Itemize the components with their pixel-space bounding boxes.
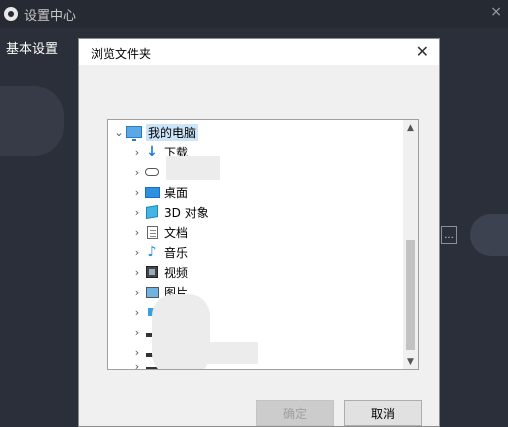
- ok-button[interactable]: 确定: [256, 400, 334, 426]
- tree-item-3d-objects[interactable]: › 3D 对象: [130, 202, 209, 222]
- scroll-down-arrow-icon[interactable]: ▼: [403, 354, 418, 369]
- chevron-right-icon[interactable]: ›: [130, 326, 144, 339]
- chevron-right-icon[interactable]: ›: [130, 146, 144, 159]
- tree-item-my-computer[interactable]: ⌄ 我的电脑: [112, 122, 199, 142]
- chevron-right-icon[interactable]: ›: [130, 306, 144, 319]
- chevron-right-icon[interactable]: ›: [130, 246, 144, 259]
- tree-item-music[interactable]: › ♪ 音乐: [130, 242, 188, 262]
- sidebar-item-basic-settings[interactable]: 基本设置: [6, 38, 58, 57]
- tree-item-documents[interactable]: › 文档: [130, 222, 188, 242]
- chevron-right-icon[interactable]: ›: [130, 360, 144, 370]
- folder-tree[interactable]: ⌄ 我的电脑 › ↓ 下载 › › 桌面 › 3D 对象 › 文档 › ♪ 音乐…: [107, 119, 419, 370]
- picture-icon: [144, 285, 160, 299]
- blurred-region: [152, 294, 210, 369]
- document-icon: [144, 225, 160, 239]
- tree-item-videos[interactable]: › 视频: [130, 262, 188, 282]
- app-logo-icon: [4, 7, 18, 21]
- tree-item-cloud[interactable]: ›: [130, 162, 164, 182]
- scroll-up-arrow-icon[interactable]: ▲: [403, 120, 418, 135]
- desktop-icon: [144, 185, 160, 199]
- tree-item-label: 我的电脑: [146, 123, 199, 141]
- tree-item-label: 视频: [164, 265, 189, 280]
- music-icon: ♪: [147, 244, 157, 260]
- browse-folder-button[interactable]: ...: [441, 226, 457, 244]
- chevron-down-icon[interactable]: ⌄: [112, 126, 126, 139]
- blurred-region: [470, 214, 508, 256]
- tree-item-label: 文档: [164, 225, 189, 240]
- tree-item-label: 3D 对象: [164, 205, 209, 220]
- chevron-right-icon[interactable]: ›: [130, 226, 144, 239]
- video-icon: [144, 265, 160, 279]
- 3d-objects-icon: [144, 204, 160, 220]
- blurred-region: [166, 156, 220, 180]
- chevron-right-icon[interactable]: ›: [130, 206, 144, 219]
- chevron-right-icon[interactable]: ›: [130, 186, 144, 199]
- chevron-right-icon[interactable]: ›: [130, 166, 144, 179]
- scroll-thumb[interactable]: [406, 240, 415, 350]
- app-sidebar: 基本设置: [0, 28, 70, 427]
- blurred-region: [0, 86, 64, 156]
- computer-icon: [126, 125, 142, 141]
- cancel-button[interactable]: 取消: [344, 400, 422, 426]
- dialog-title: 浏览文件夹: [91, 47, 152, 61]
- dialog-close-button[interactable]: ✕: [416, 42, 429, 61]
- blurred-region: [208, 342, 258, 364]
- app-titlebar: 设置中心 ×: [0, 0, 508, 28]
- chevron-right-icon[interactable]: ›: [130, 266, 144, 279]
- browse-folder-dialog: 浏览文件夹 ✕ ⌄ 我的电脑 › ↓ 下载 › › 桌面 › 3D 对象 › 文…: [78, 38, 440, 427]
- download-icon: ↓: [146, 144, 158, 160]
- tree-item-label: 音乐: [164, 245, 189, 260]
- tree-scrollbar[interactable]: ▲ ▼: [403, 120, 418, 369]
- chevron-right-icon[interactable]: ›: [130, 286, 144, 299]
- cloud-icon: [144, 165, 160, 179]
- tree-item-label: 桌面: [164, 185, 189, 200]
- app-close-button[interactable]: ×: [490, 4, 502, 20]
- app-title: 设置中心: [24, 8, 77, 24]
- dialog-titlebar: 浏览文件夹 ✕: [79, 39, 439, 65]
- tree-item-desktop[interactable]: › 桌面: [130, 182, 188, 202]
